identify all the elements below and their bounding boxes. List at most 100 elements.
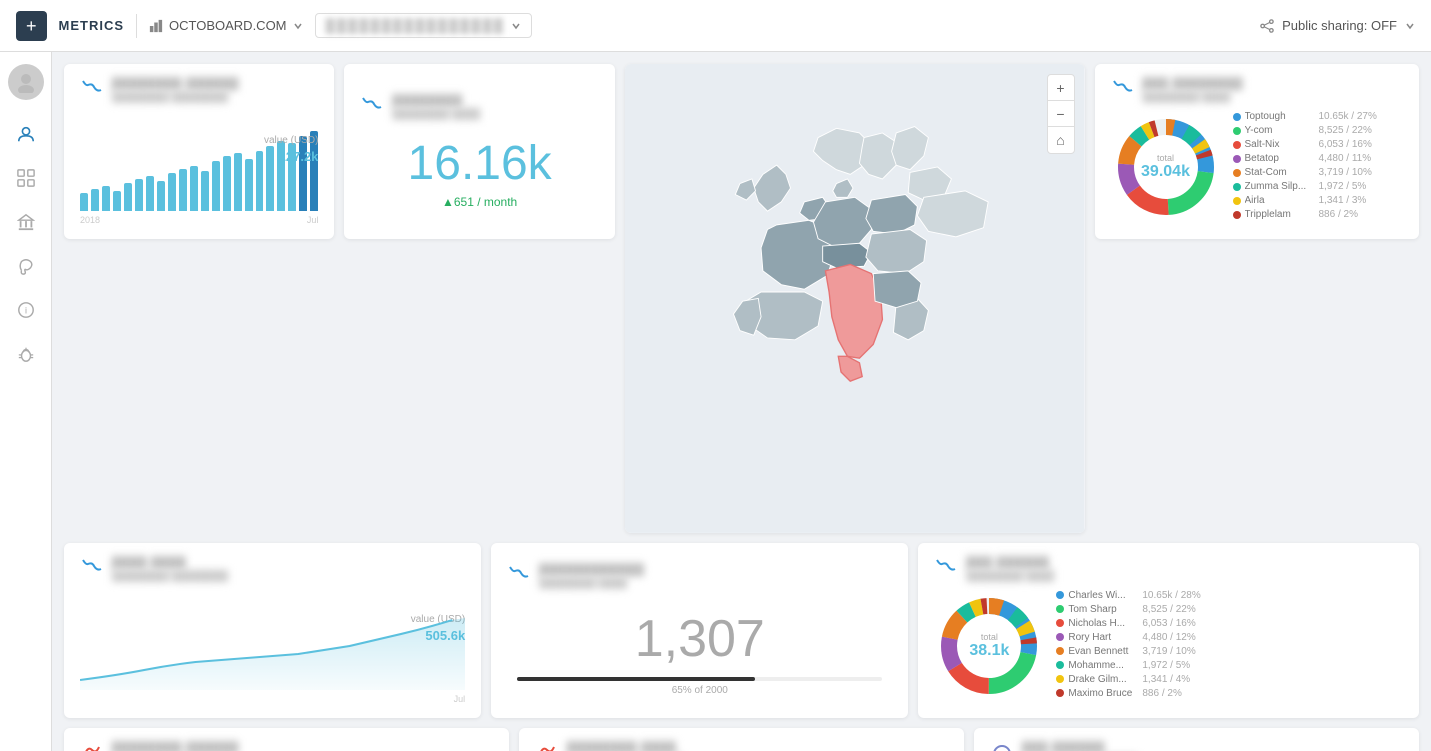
card2-big-number: 16.16k [360, 136, 598, 191]
legend-val: 10.65k / 27% [1319, 111, 1377, 122]
bottom3-icon [990, 742, 1014, 751]
bar-item [124, 183, 132, 211]
legend-dot [1233, 211, 1241, 219]
progress-bar [517, 677, 754, 681]
legend-dot [1233, 113, 1241, 121]
board-name: ████████████████ [326, 18, 505, 33]
legend-val: 8,525 / 22% [1319, 125, 1372, 136]
legend-dot [1233, 127, 1241, 135]
card2-sub: ▲651 / month [360, 195, 598, 209]
europe-map [625, 64, 1085, 533]
legend-item: Rory Hart 4,480 / 12% [1056, 632, 1403, 643]
legend-name: Zumma Silp... [1245, 181, 1315, 192]
legend-item: Charles Wi... 10.65k / 28% [1056, 590, 1403, 601]
legend-item: Stat-Com 3,719 / 10% [1233, 167, 1404, 178]
legend-item: Mohamme... 1,972 / 5% [1056, 660, 1403, 671]
card-revenue-line: ███ ██████ ████████ ████████ revenue USD… [974, 728, 1419, 751]
card5-title: ████ ████ [112, 557, 228, 569]
card4bot-header: ███ ██████ ████████ ████ [934, 557, 1403, 582]
sidebar-icon-info[interactable]: i [8, 292, 44, 328]
bar-item [212, 161, 220, 211]
legend-name: Tripplelam [1245, 209, 1315, 220]
legend-name: Airla [1245, 195, 1315, 206]
map-home[interactable]: ⌂ [1048, 127, 1074, 153]
legend-val: 1,972 / 5% [1142, 660, 1190, 671]
card4top-title: ███ ████████ [1143, 78, 1244, 90]
card5-xaxis: Jul [80, 694, 465, 704]
legend-val: 10.65k / 28% [1142, 590, 1200, 601]
card1-chart: value (USD) 127.2k 2018Jul [80, 131, 318, 225]
sidebar-icon-bank[interactable] [8, 204, 44, 240]
legend-name: Rory Hart [1068, 632, 1138, 643]
card6-subtitle: ████████ ████ [539, 578, 645, 589]
legend-dot [1056, 619, 1064, 627]
legend-item: Tom Sharp 8,525 / 22% [1056, 604, 1403, 615]
bottom3-title: ███ ██████ [1022, 742, 1138, 751]
legend-dot [1056, 689, 1064, 697]
card5-subtitle: ████████ ████████ [112, 571, 228, 582]
card1-title: ████████ ██████ [112, 78, 239, 90]
card6-title: ████████████ [539, 564, 645, 576]
card4top-icon [1111, 78, 1135, 102]
bottom2-header: ████████ ████ ████████ ████████ [535, 742, 948, 751]
card-revenue-area: ████████ ████ ████████ ████████ revenue … [519, 728, 964, 751]
bar-item [168, 173, 176, 211]
legend-val: 1,341 / 4% [1142, 674, 1190, 685]
map-zoom-out[interactable]: − [1048, 101, 1074, 127]
org-selector[interactable]: OCTOBOARD.COM [149, 18, 303, 33]
legend-val: 6,053 / 16% [1142, 618, 1195, 629]
legend-name: Nicholas H... [1068, 618, 1138, 629]
card5-header: ████ ████ ████████ ████████ [80, 557, 465, 582]
bar-item [113, 191, 121, 211]
card4top-header: ███ ████████ ████████ ████ [1111, 78, 1404, 103]
bar-item [80, 193, 88, 211]
legend-name: Toptough [1245, 111, 1315, 122]
main-content: ████████ ██████ ████████ ████████ value … [52, 52, 1431, 751]
card-revenue-bar: ████████ ██████ ████████ ████████ value … [64, 64, 334, 239]
legend-val: 8,525 / 22% [1142, 604, 1195, 615]
card-donut-bottom: ███ ██████ ████████ ████ [918, 543, 1419, 718]
card1-label: value (USD) [264, 135, 318, 146]
divider [136, 14, 137, 38]
legend-item: Tripplelam 886 / 2% [1233, 209, 1404, 220]
card5-line-chart [80, 610, 465, 690]
sharing-control[interactable]: Public sharing: OFF [1260, 18, 1415, 33]
card-donut-top: ███ ████████ ████████ ████ [1095, 64, 1420, 239]
bar-item [146, 176, 154, 211]
bar-item [135, 179, 143, 211]
legend-bottom: Charles Wi... 10.65k / 28% Tom Sharp 8,5… [1056, 590, 1403, 702]
legend-name: Tom Sharp [1068, 604, 1138, 615]
sidebar-icon-dashboard[interactable] [8, 160, 44, 196]
donut-top-center: total 39.04k [1141, 153, 1190, 181]
sidebar-icon-bug[interactable] [8, 336, 44, 372]
card1-xaxis: 2018Jul [80, 215, 318, 225]
board-selector[interactable]: ████████████████ [315, 13, 532, 38]
metrics-label: METRICS [59, 18, 125, 33]
donut-bottom-label: total [969, 632, 1009, 642]
donut-top-value: 39.04k [1141, 163, 1190, 181]
legend-dot [1233, 169, 1241, 177]
card1-value: 127.2k [279, 149, 319, 164]
bottom2-icon [535, 742, 559, 751]
sidebar-icon-paint[interactable] [8, 248, 44, 284]
progress-label: 65% of 2000 [507, 685, 892, 696]
progress-bar-wrap [517, 677, 882, 681]
bar-item [245, 159, 253, 211]
legend-val: 886 / 2% [1142, 688, 1181, 699]
donut-bottom-value: 38.1k [969, 642, 1009, 660]
legend-item: Toptough 10.65k / 27% [1233, 111, 1404, 122]
bottom1-header: ████████ ██████ ████████ ████████ [80, 742, 493, 751]
share-icon [1260, 19, 1274, 33]
add-button[interactable]: + [16, 11, 47, 41]
map-zoom-in[interactable]: + [1048, 75, 1074, 101]
card-sessions: ████████ ██████ ████████ ████████ sessio… [64, 728, 509, 751]
card5-chart: value (USD) 505.6k [80, 610, 465, 704]
bar-item [223, 156, 231, 211]
sharing-chevron-icon [1405, 21, 1415, 31]
sidebar-icon-user[interactable] [8, 116, 44, 152]
legend-val: 1,972 / 5% [1319, 181, 1367, 192]
org-icon [149, 19, 163, 33]
bar-item [157, 181, 165, 211]
legend-val: 886 / 2% [1319, 209, 1358, 220]
legend-item: Salt-Nix 6,053 / 16% [1233, 139, 1404, 150]
